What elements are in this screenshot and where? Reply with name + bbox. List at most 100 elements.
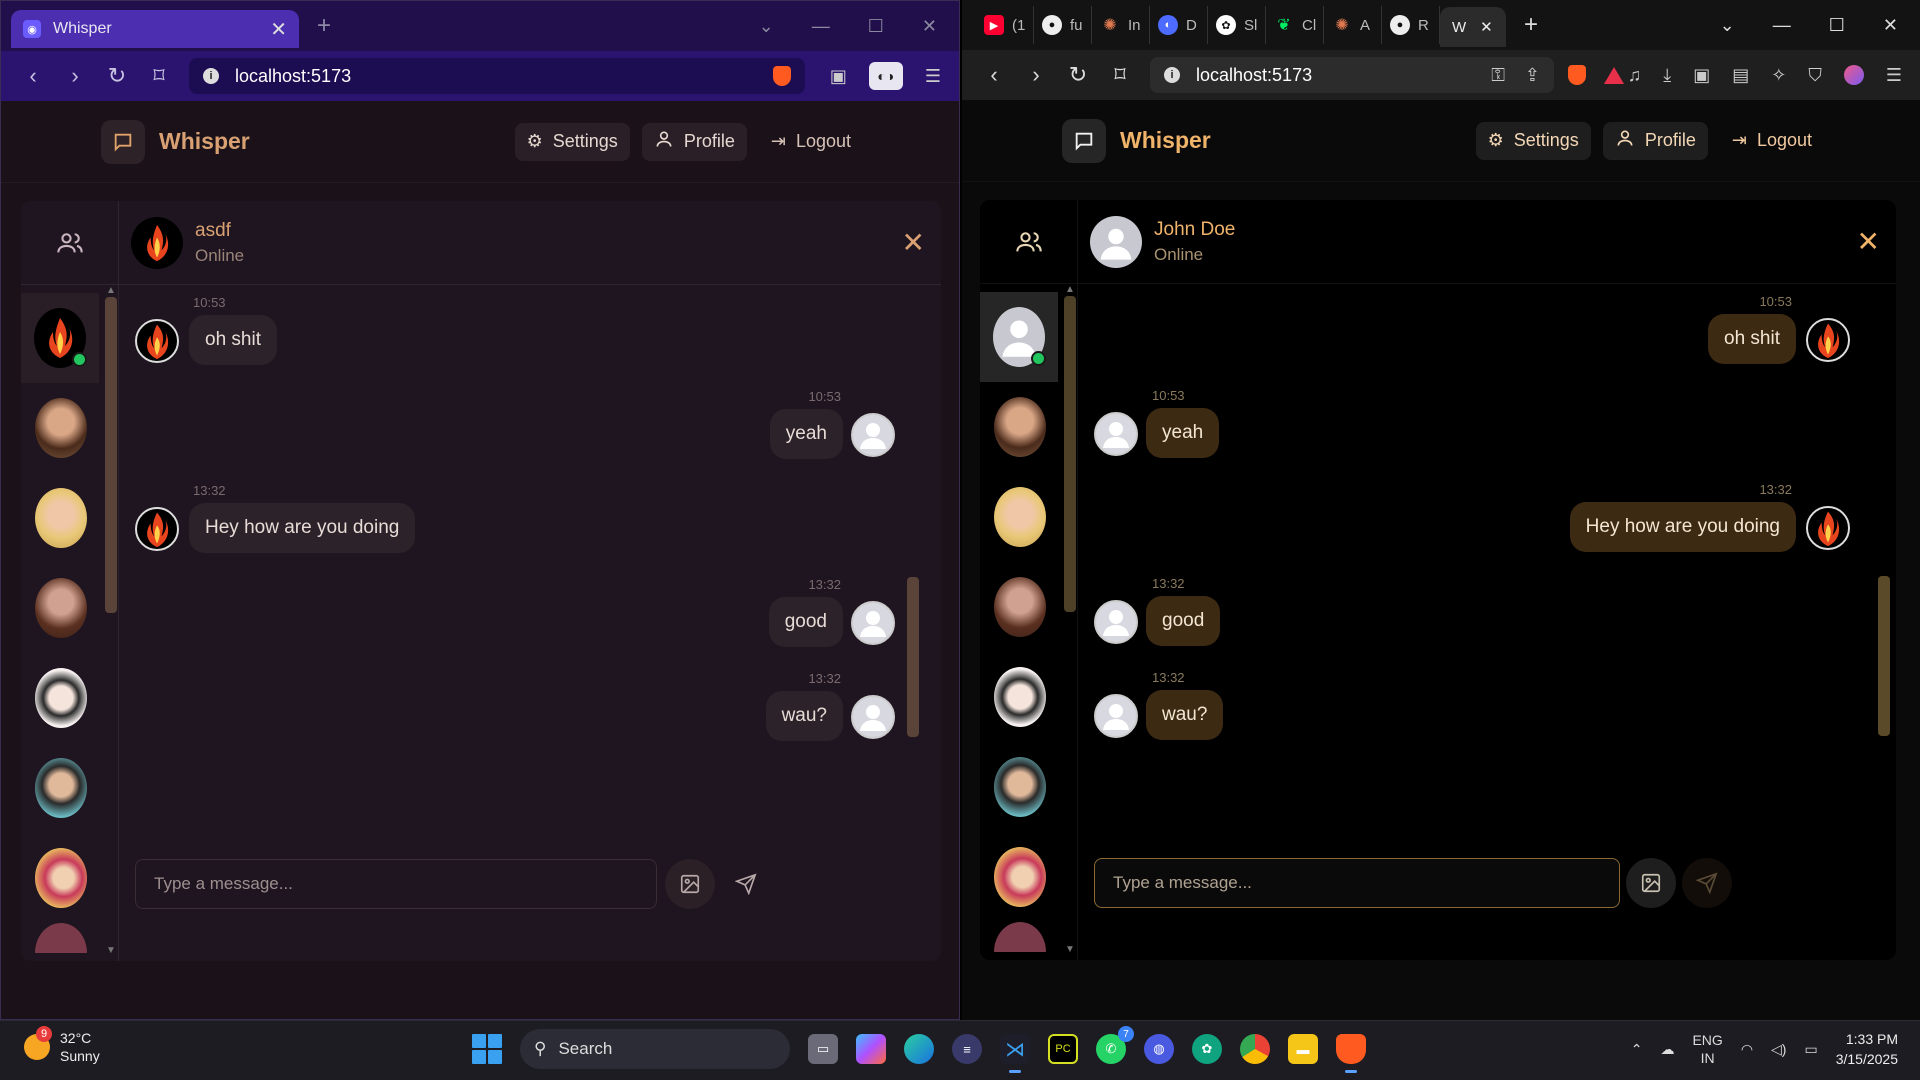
profile-button[interactable]: Profile <box>641 122 747 161</box>
start-button[interactable] <box>472 1034 502 1064</box>
download-icon[interactable]: ⤓ <box>1663 65 1671 86</box>
weather-widget[interactable]: 9 32°C Sunny <box>24 1026 100 1065</box>
brand[interactable]: Whisper <box>1062 118 1211 163</box>
message-input[interactable]: Type a message... <box>1094 858 1620 908</box>
contact-item[interactable] <box>980 742 1060 832</box>
onedrive-icon[interactable]: ☁ <box>1660 1041 1674 1058</box>
contact-item[interactable] <box>21 563 101 653</box>
tab-list-icon[interactable]: ⌄ <box>1720 15 1735 36</box>
scroll-up-icon[interactable]: ▲ <box>106 285 116 296</box>
reload-icon[interactable]: ↻ <box>1068 62 1088 88</box>
close-chat-icon[interactable]: ✕ <box>902 226 925 259</box>
vscode-icon[interactable]: ⋊ <box>1000 1034 1030 1073</box>
tab-deepseek[interactable]: ◐ D <box>1150 6 1208 44</box>
contact-item[interactable] <box>21 743 101 833</box>
send-button[interactable] <box>1682 858 1732 908</box>
close-window-button[interactable]: ✕ <box>922 16 937 37</box>
app-icon[interactable]: ≡ <box>952 1034 982 1064</box>
tab-list-icon[interactable]: ⌄ <box>759 16 774 37</box>
profile-avatar-icon[interactable] <box>1843 65 1864 85</box>
chatgpt-icon[interactable]: ✿ <box>1192 1034 1222 1064</box>
logout-button[interactable]: ⇥ Logout <box>759 123 863 161</box>
contact-item[interactable] <box>21 383 101 473</box>
minimize-button[interactable]: — <box>812 16 830 37</box>
image-upload-button[interactable] <box>1626 858 1676 908</box>
sidebar-toggle-icon[interactable]: ▣ <box>830 66 847 87</box>
contact-item[interactable] <box>21 923 101 953</box>
contact-item[interactable] <box>21 653 101 743</box>
vpn-icon[interactable]: ⛉ <box>1808 65 1822 86</box>
media-icon[interactable]: ♫ <box>1628 65 1642 86</box>
new-tab-button[interactable]: + <box>317 12 331 40</box>
forward-icon[interactable]: › <box>1026 62 1046 88</box>
brave-rewards-icon[interactable] <box>1604 66 1624 84</box>
minimize-button[interactable]: — <box>1773 15 1791 36</box>
sidebar-toggle-icon[interactable]: ▣ <box>1693 65 1710 86</box>
contact-asdf[interactable] <box>21 293 99 383</box>
contacts-icon[interactable] <box>980 200 1077 284</box>
profile-button[interactable]: Profile <box>1602 121 1708 160</box>
close-chat-icon[interactable]: ✕ <box>1857 225 1880 258</box>
scroll-up-icon[interactable]: ▲ <box>1065 284 1075 295</box>
settings-button[interactable]: ⚙ Settings <box>1475 121 1591 160</box>
contact-john-doe[interactable] <box>980 292 1058 382</box>
brand[interactable]: Whisper <box>101 119 250 164</box>
tab-chatgpt[interactable]: ✿ Sl <box>1208 6 1266 44</box>
contact-item[interactable] <box>980 832 1060 922</box>
task-view-icon[interactable]: ▭ <box>808 1034 838 1064</box>
language-indicator[interactable]: ENG IN <box>1692 1031 1722 1067</box>
battery-icon[interactable]: ▭ <box>1804 1041 1817 1058</box>
contact-item[interactable] <box>21 473 101 563</box>
site-info-icon[interactable]: i <box>1164 67 1180 83</box>
wifi-icon[interactable]: ◠ <box>1741 1041 1753 1058</box>
scroll-down-icon[interactable]: ▼ <box>1065 944 1075 955</box>
tab-mongodb[interactable]: ❦ Cl <box>1266 6 1324 44</box>
contact-item[interactable] <box>980 652 1060 742</box>
whatsapp-icon[interactable]: ✆ 7 <box>1096 1026 1134 1064</box>
send-button[interactable] <box>721 859 771 909</box>
tab-whisper[interactable]: ◉ Whisper ✕ <box>11 10 299 48</box>
copilot-icon[interactable] <box>856 1034 886 1064</box>
back-icon[interactable]: ‹ <box>984 62 1004 88</box>
contact-item[interactable] <box>980 472 1060 562</box>
contact-item[interactable] <box>980 922 1060 952</box>
private-window-icon[interactable]: ◐◑ <box>868 62 903 90</box>
contacts-scrollbar[interactable] <box>1064 296 1076 612</box>
site-info-icon[interactable]: i <box>203 68 219 84</box>
scroll-down-icon[interactable]: ▼ <box>106 945 116 956</box>
clock[interactable]: 1:33 PM 3/15/2025 <box>1836 1029 1898 1069</box>
messages-scrollbar[interactable] <box>907 577 919 737</box>
menu-icon[interactable]: ☰ <box>925 66 941 87</box>
edge-icon[interactable] <box>904 1034 934 1064</box>
reload-icon[interactable]: ↻ <box>107 63 127 89</box>
file-explorer-icon[interactable]: ▬ <box>1288 1034 1318 1064</box>
menu-icon[interactable]: ☰ <box>1886 65 1902 86</box>
tab-github-2[interactable]: ● R <box>1382 6 1440 44</box>
tab-youtube[interactable]: ▶ (1 <box>976 6 1034 44</box>
contact-item[interactable] <box>21 833 101 923</box>
messages-scrollbar[interactable] <box>1878 576 1890 736</box>
maximize-button[interactable]: ☐ <box>868 16 884 37</box>
contact-item[interactable] <box>980 562 1060 652</box>
url-field[interactable]: i localhost:5173 ⚿ ⇪ <box>1150 57 1554 93</box>
bookmark-icon[interactable]: ⌑ <box>1110 62 1130 88</box>
wallet-icon[interactable]: ▤ <box>1732 65 1749 86</box>
tab-claude[interactable]: ✺ In <box>1092 6 1150 44</box>
bookmark-icon[interactable]: ⌑ <box>149 63 169 89</box>
image-upload-button[interactable] <box>665 859 715 909</box>
taskbar-search[interactable]: ⚲ Search <box>520 1029 790 1069</box>
settings-button[interactable]: ⚙ Settings <box>514 122 630 161</box>
contact-item[interactable] <box>980 382 1060 472</box>
pycharm-icon[interactable]: PC <box>1048 1034 1078 1064</box>
contacts-icon[interactable] <box>21 201 118 285</box>
close-tab-icon[interactable]: ✕ <box>1480 18 1493 36</box>
key-icon[interactable]: ⚿ <box>1491 65 1505 86</box>
logout-button[interactable]: ⇥ Logout <box>1720 122 1824 160</box>
volume-icon[interactable]: ◁) <box>1771 1041 1786 1058</box>
tab-claude-2[interactable]: ✺ A <box>1324 6 1382 44</box>
share-icon[interactable]: ⇪ <box>1525 65 1540 86</box>
brave-shields-icon[interactable] <box>773 66 791 86</box>
close-window-button[interactable]: ✕ <box>1883 15 1898 36</box>
back-icon[interactable]: ‹ <box>23 63 43 89</box>
contacts-scrollbar[interactable] <box>105 297 117 613</box>
